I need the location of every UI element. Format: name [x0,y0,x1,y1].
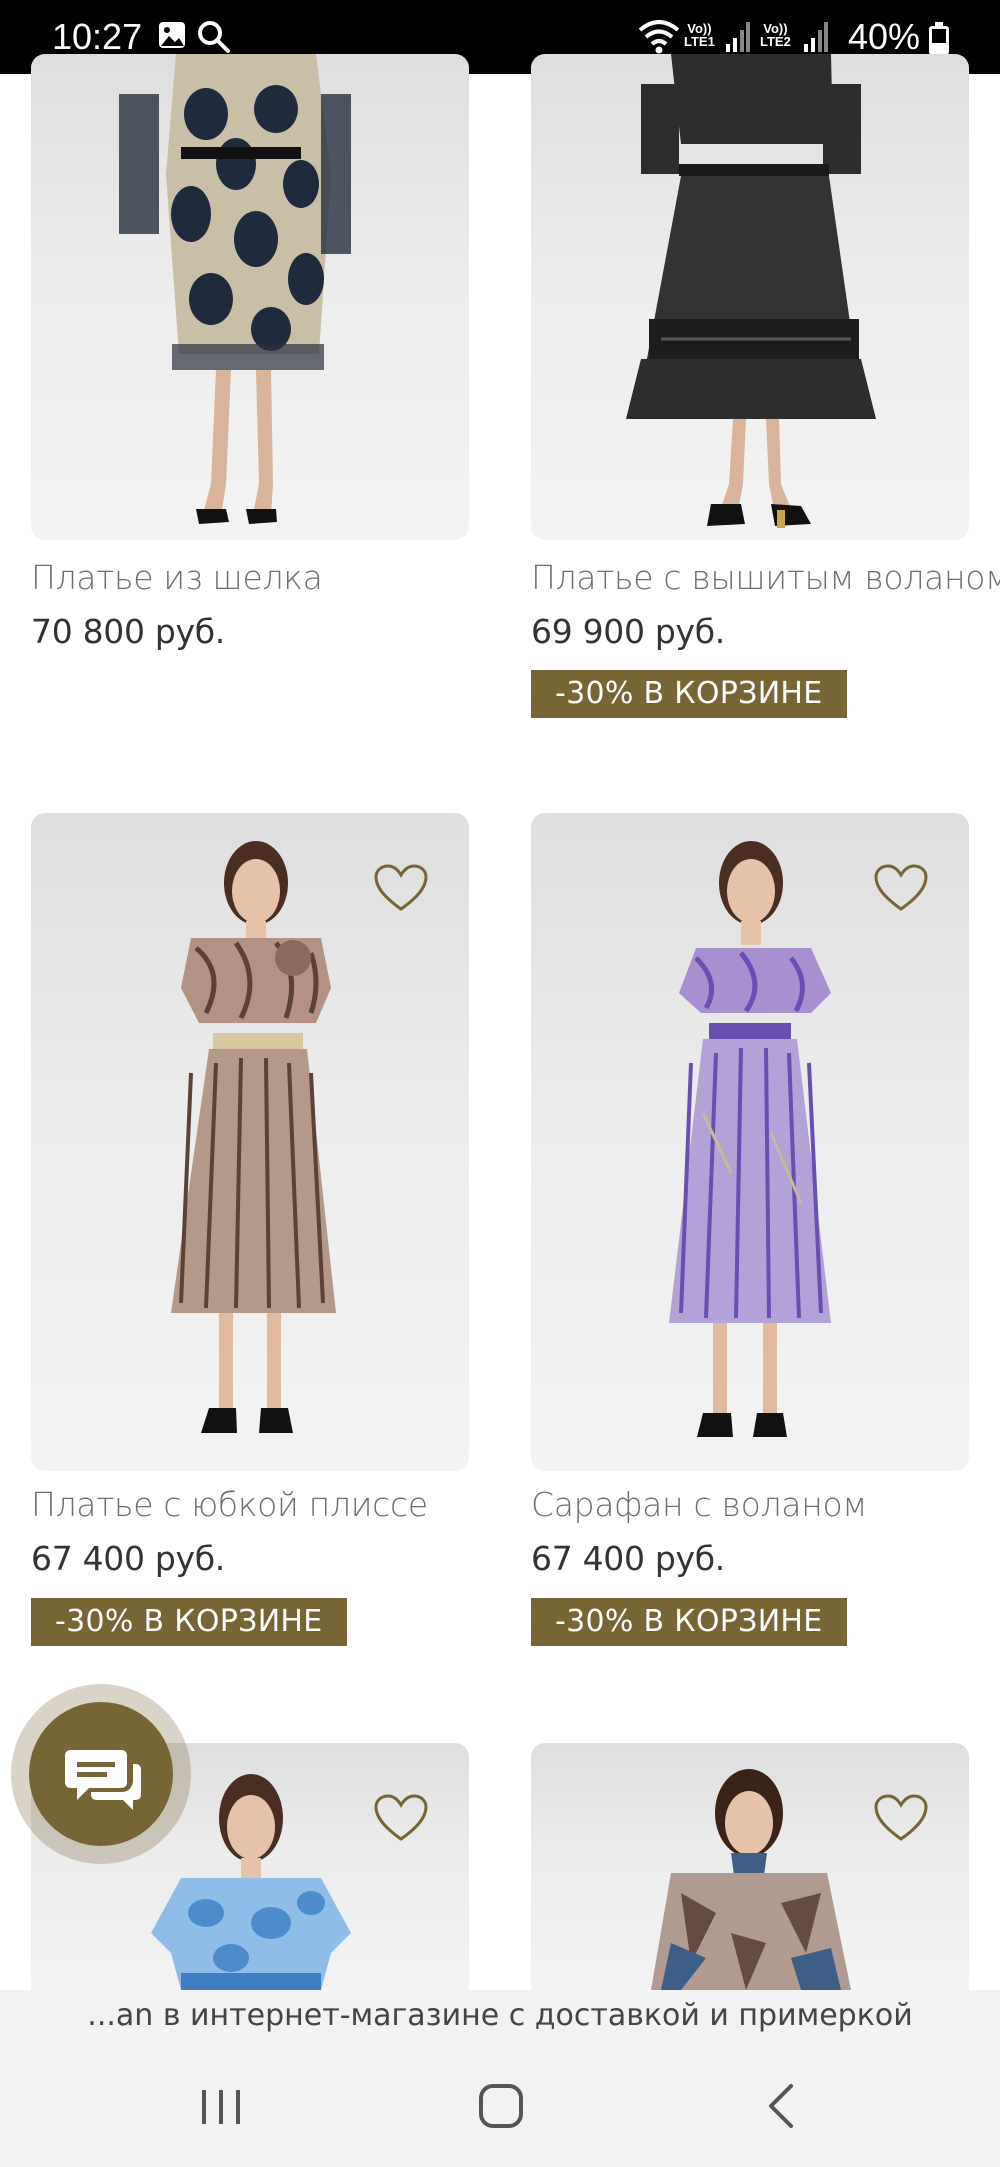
sim1-indicator: Vo)) LTE1 [684,21,715,49]
model-photo [119,54,351,524]
heart-icon[interactable] [873,1793,929,1843]
product-price: 70 800 руб. [31,612,225,651]
image-icon [159,22,185,48]
model-photo [626,54,876,528]
wifi-icon [638,20,680,54]
product-photo[interactable] [531,813,969,1471]
discount-badge: -30% В КОРЗИНЕ [531,670,847,718]
chat-icon [65,1750,141,1810]
product-photo[interactable] [531,54,969,540]
model-photo [651,1769,851,1990]
status-time: 10:27 [52,16,143,57]
heart-icon[interactable] [373,863,429,913]
battery-icon [929,22,949,55]
discount-badge: -30% В КОРЗИНЕ [31,1598,347,1646]
product-name[interactable]: Платье с юбкой плиссе [31,1485,428,1524]
back-icon[interactable] [746,2076,816,2136]
product-price: 67 400 руб. [531,1539,725,1578]
heart-icon[interactable] [873,863,929,913]
product-photo[interactable] [531,1743,969,1990]
signal-icon [804,22,828,52]
product-price: 67 400 руб. [31,1539,225,1578]
sim2-indicator: Vo)) LTE2 [760,21,791,49]
product-name[interactable]: Сарафан с воланом [531,1485,867,1524]
url-text: ...an в интернет-магазине с доставкой и … [87,1998,913,2033]
product-name[interactable]: Платье с вышитым воланом [531,558,1000,597]
battery-percentage: 40% [847,16,920,57]
search-icon [198,21,230,53]
product-price: 69 900 руб. [531,612,725,651]
recent-apps-icon[interactable] [186,2076,256,2136]
url-bar[interactable]: ...an в интернет-магазине с доставкой и … [0,1990,1000,2046]
home-icon[interactable] [466,2076,536,2136]
product-photo[interactable] [31,813,469,1471]
product-photo[interactable] [31,54,469,540]
discount-badge: -30% В КОРЗИНЕ [531,1598,847,1646]
signal-icon [726,22,750,52]
heart-icon[interactable] [373,1793,429,1843]
navigation-bar [0,2046,1000,2167]
chat-button[interactable] [29,1702,173,1846]
product-name[interactable]: Платье из шелка [31,558,323,597]
